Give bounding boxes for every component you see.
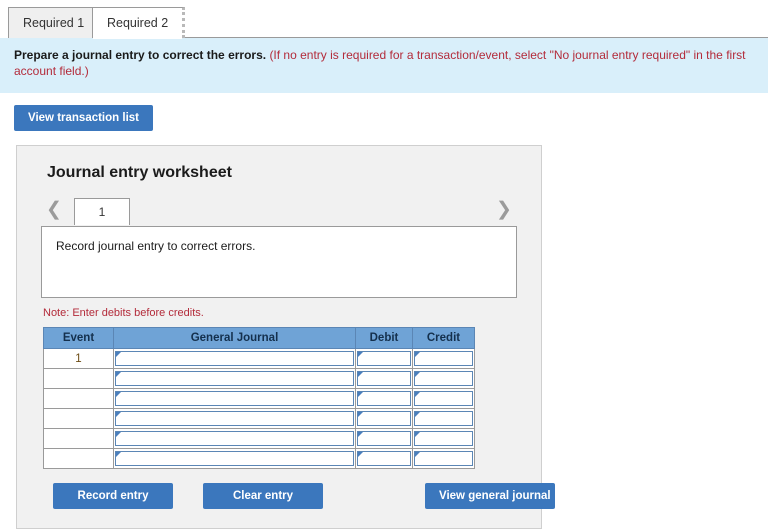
event-number-cell [43,368,114,389]
general-journal-cell[interactable] [113,348,356,369]
table-row [43,428,475,449]
debit-cell[interactable] [355,388,413,409]
table-row: 1 [43,348,475,369]
journal-entry-table: Event General Journal Debit Credit 1 [43,327,475,469]
column-header-debit: Debit [355,327,413,349]
general-journal-cell[interactable] [113,368,356,389]
debit-input[interactable] [357,351,411,366]
entry-pager: ❮ 1 ❯ [41,198,517,226]
table-row [43,448,475,469]
tab-required-2[interactable]: Required 2 [92,7,186,39]
worksheet-title: Journal entry worksheet [47,164,232,181]
event-number-cell [43,388,114,409]
debit-input[interactable] [357,391,411,406]
general-journal-input[interactable] [115,351,354,366]
general-journal-input[interactable] [115,371,354,386]
general-journal-input[interactable] [115,391,354,406]
credit-cell[interactable] [412,348,475,369]
journal-entry-worksheet-panel: Journal entry worksheet ❮ 1 ❯ Record jou… [16,145,555,529]
credit-cell[interactable] [412,368,475,389]
required-tab-strip: Required 1 Required 2 [0,0,768,39]
instruction-lead: Prepare a journal entry to correct the e… [14,48,267,62]
event-number-cell [43,408,114,429]
debit-cell[interactable] [355,428,413,449]
event-number-cell [43,428,114,449]
debit-input[interactable] [357,371,411,386]
clear-entry-button[interactable]: Clear entry [203,483,323,509]
debit-input[interactable] [357,451,411,466]
event-number-cell: 1 [43,348,114,369]
tab-required-1[interactable]: Required 1 [8,7,102,38]
instruction-banner: Prepare a journal entry to correct the e… [0,38,768,93]
debit-cell[interactable] [355,348,413,369]
column-header-event: Event [43,327,114,349]
credit-cell[interactable] [412,448,475,469]
debit-cell[interactable] [355,408,413,429]
record-entry-button[interactable]: Record entry [53,483,173,509]
general-journal-input[interactable] [115,451,354,466]
credit-input[interactable] [414,371,473,386]
debits-before-credits-hint: Note: Enter debits before credits. [43,307,204,319]
debit-cell[interactable] [355,448,413,469]
general-journal-cell[interactable] [113,428,356,449]
credit-input[interactable] [414,411,473,426]
column-header-general-journal: General Journal [113,327,356,349]
table-header-row: Event General Journal Debit Credit [43,327,475,349]
event-number-cell [43,448,114,469]
view-general-journal-button[interactable]: View general journal [425,483,555,509]
credit-cell[interactable] [412,428,475,449]
view-transaction-list-button[interactable]: View transaction list [14,105,153,131]
debit-input[interactable] [357,411,411,426]
entry-page-tab-1[interactable]: 1 [74,198,130,225]
credit-input[interactable] [414,431,473,446]
credit-cell[interactable] [412,408,475,429]
entry-description-text: Record journal entry to correct errors. [56,239,256,253]
column-header-credit: Credit [412,327,475,349]
general-journal-input[interactable] [115,411,354,426]
credit-input[interactable] [414,391,473,406]
credit-input[interactable] [414,451,473,466]
chevron-left-icon[interactable]: ❮ [45,198,63,224]
general-journal-cell[interactable] [113,408,356,429]
table-row [43,388,475,409]
entry-description-box: Record journal entry to correct errors. [41,226,517,298]
worksheet-action-bar: Record entry Clear entry View general jo… [43,483,555,510]
credit-input[interactable] [414,351,473,366]
credit-cell[interactable] [412,388,475,409]
chevron-right-icon[interactable]: ❯ [495,198,513,224]
debit-input[interactable] [357,431,411,446]
table-row [43,408,475,429]
worksheet-toolbar: View transaction list [0,93,768,131]
debit-cell[interactable] [355,368,413,389]
general-journal-input[interactable] [115,431,354,446]
general-journal-cell[interactable] [113,448,356,469]
table-row [43,368,475,389]
general-journal-cell[interactable] [113,388,356,409]
